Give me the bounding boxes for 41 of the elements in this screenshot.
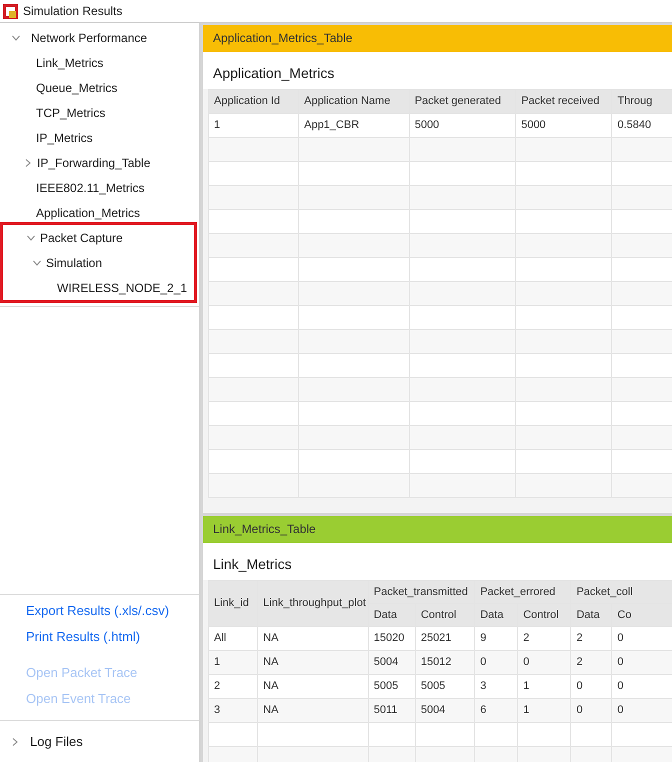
tree-item[interactable]: Log Files	[30, 732, 83, 752]
tree-item[interactable]: Simulation	[46, 254, 102, 272]
column-header: Packet generated	[409, 90, 516, 114]
column-header: Co	[612, 604, 672, 626]
tree-item[interactable]: IEEE802.11_Metrics	[36, 178, 144, 196]
column-header: Data	[368, 604, 416, 626]
column-header: Packet received	[516, 90, 612, 114]
column-header: Link_throughput_plot	[258, 580, 368, 626]
action-link[interactable]: Export Results (.xls/.csv)	[26, 598, 170, 624]
chevron-down-icon[interactable]	[33, 258, 41, 266]
column-header: Throug	[612, 90, 672, 114]
app-icon	[3, 4, 18, 18]
table-title: Application_Metrics	[212, 64, 336, 83]
panel-header: Link_Metrics_Table	[203, 516, 672, 543]
chevron-down-icon[interactable]	[12, 34, 20, 42]
chevron-right-icon[interactable]	[11, 738, 19, 746]
chevron-down-icon[interactable]	[27, 234, 35, 242]
column-header: Application Name	[298, 90, 410, 114]
tree-item[interactable]: TCP_Metrics	[36, 104, 106, 122]
column-header: Packet_errored	[474, 580, 571, 604]
window-title: Simulation Results	[23, 3, 122, 20]
tree-item[interactable]: Application_Metrics	[36, 204, 140, 222]
tree-item[interactable]: Packet Capture	[40, 228, 123, 246]
tree-item[interactable]: IP_Metrics	[36, 128, 93, 146]
column-header: Link_id	[208, 580, 258, 626]
column-header: Data	[474, 604, 518, 626]
column-header: Packet_transmitted	[368, 580, 475, 604]
column-header: Application Id	[208, 90, 299, 114]
panel-header: Application_Metrics_Table	[203, 25, 672, 52]
chevron-right-icon[interactable]	[24, 158, 32, 166]
tree-item[interactable]: WIRELESS_NODE_2_1	[57, 278, 188, 296]
column-header: Control	[415, 604, 475, 626]
table-title: Link_Metrics	[212, 555, 293, 574]
tree-item[interactable]: Link_Metrics	[36, 54, 104, 72]
tree-item[interactable]: IP_Forwarding_Table	[37, 154, 150, 172]
column-header: Packet_coll	[570, 580, 672, 604]
tree-item[interactable]: Queue_Metrics	[36, 78, 118, 96]
tree-item[interactable]: Network Performance	[31, 28, 148, 46]
column-header: Control	[518, 604, 571, 626]
action-link[interactable]: Print Results (.html)	[26, 624, 140, 650]
column-header: Data	[570, 604, 612, 626]
